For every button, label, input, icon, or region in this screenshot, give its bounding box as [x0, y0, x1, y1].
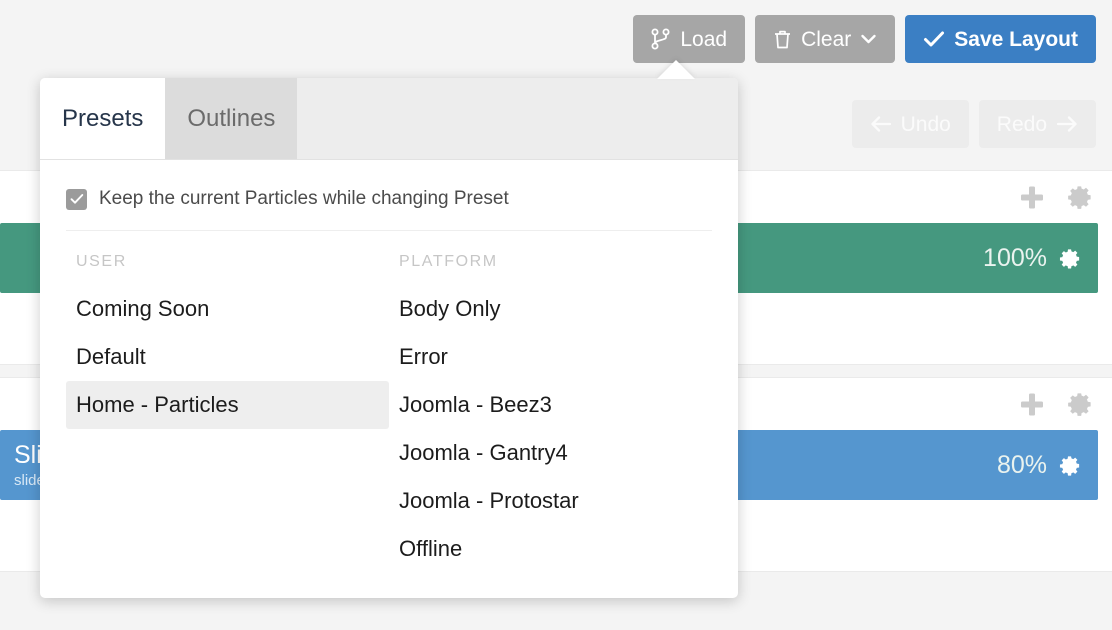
gear-icon[interactable] [1059, 247, 1082, 270]
preset-column-platform-header: PLATFORM [399, 253, 498, 270]
load-button-label: Load [680, 27, 728, 51]
save-layout-button[interactable]: Save Layout [905, 15, 1096, 63]
preset-column-platform: PLATFORM Body Only Error Joomla - Beez3 … [389, 247, 712, 573]
chevron-down-icon [860, 33, 877, 45]
trash-icon [773, 29, 792, 50]
check-icon [923, 30, 945, 48]
redo-button[interactable]: Redo [978, 100, 1096, 148]
popover-tabs: Presets Outlines [40, 78, 738, 160]
preset-item-error[interactable]: Error [389, 333, 712, 381]
redo-button-label: Redo [996, 112, 1047, 136]
page-root: Load Clear Save Layout Undo Redo 100% 80… [0, 0, 1112, 630]
clear-button[interactable]: Clear [755, 15, 896, 63]
preset-item-default[interactable]: Default [66, 333, 389, 381]
undo-button[interactable]: Undo [851, 100, 969, 148]
gear-icon[interactable] [1067, 391, 1094, 418]
tab-outlines-label: Outlines [187, 104, 276, 132]
preset-item-offline[interactable]: Offline [389, 525, 712, 573]
arrow-right-icon [1056, 115, 1078, 133]
plus-icon[interactable] [1019, 184, 1045, 210]
load-button[interactable]: Load [633, 15, 746, 63]
preset-item-body-only[interactable]: Body Only [389, 285, 712, 333]
load-presets-popover: Presets Outlines Keep the current Partic… [40, 78, 738, 598]
particle-block-1-text [0, 257, 14, 259]
code-branch-icon [651, 28, 671, 50]
keep-particles-row[interactable]: Keep the current Particles while changin… [66, 182, 712, 230]
preset-column-user-header: USER [76, 253, 127, 270]
section-1-tools [1019, 184, 1094, 211]
preset-column-user: USER Coming Soon Default Home - Particle… [66, 247, 389, 573]
particle-block-2-percent: 80% [996, 450, 1047, 479]
main-toolbar: Load Clear Save Layout [0, 0, 1112, 78]
preset-columns: USER Coming Soon Default Home - Particle… [66, 231, 712, 573]
keep-particles-checkbox[interactable] [66, 188, 87, 210]
tabs-filler [297, 78, 738, 159]
preset-item-joomla-protostar[interactable]: Joomla - Protostar [389, 477, 712, 525]
tab-presets[interactable]: Presets [40, 78, 166, 159]
section-2-tools [1019, 391, 1094, 418]
keep-particles-label: Keep the current Particles while changin… [99, 188, 509, 209]
popover-body: Keep the current Particles while changin… [40, 160, 738, 573]
arrow-left-icon [870, 115, 892, 133]
save-layout-button-label: Save Layout [954, 27, 1078, 51]
preset-item-joomla-beez3[interactable]: Joomla - Beez3 [389, 381, 712, 429]
tab-presets-label: Presets [62, 104, 144, 132]
popover-arrow [657, 60, 695, 79]
preset-item-joomla-gantry4[interactable]: Joomla - Gantry4 [389, 429, 712, 477]
plus-icon[interactable] [1019, 391, 1045, 417]
undo-button-label: Undo [900, 112, 951, 136]
preset-item-home-particles[interactable]: Home - Particles [66, 381, 389, 429]
gear-icon[interactable] [1059, 454, 1082, 477]
gear-icon[interactable] [1067, 184, 1094, 211]
preset-item-coming-soon[interactable]: Coming Soon [66, 285, 389, 333]
checkmark-icon [70, 193, 84, 205]
clear-button-label: Clear [801, 27, 852, 51]
particle-block-1-percent: 100% [983, 243, 1047, 272]
particle-block-1-controls: 100% [983, 244, 1098, 273]
particle-block-2-controls: 80% [997, 451, 1098, 480]
tab-outlines[interactable]: Outlines [165, 78, 298, 159]
